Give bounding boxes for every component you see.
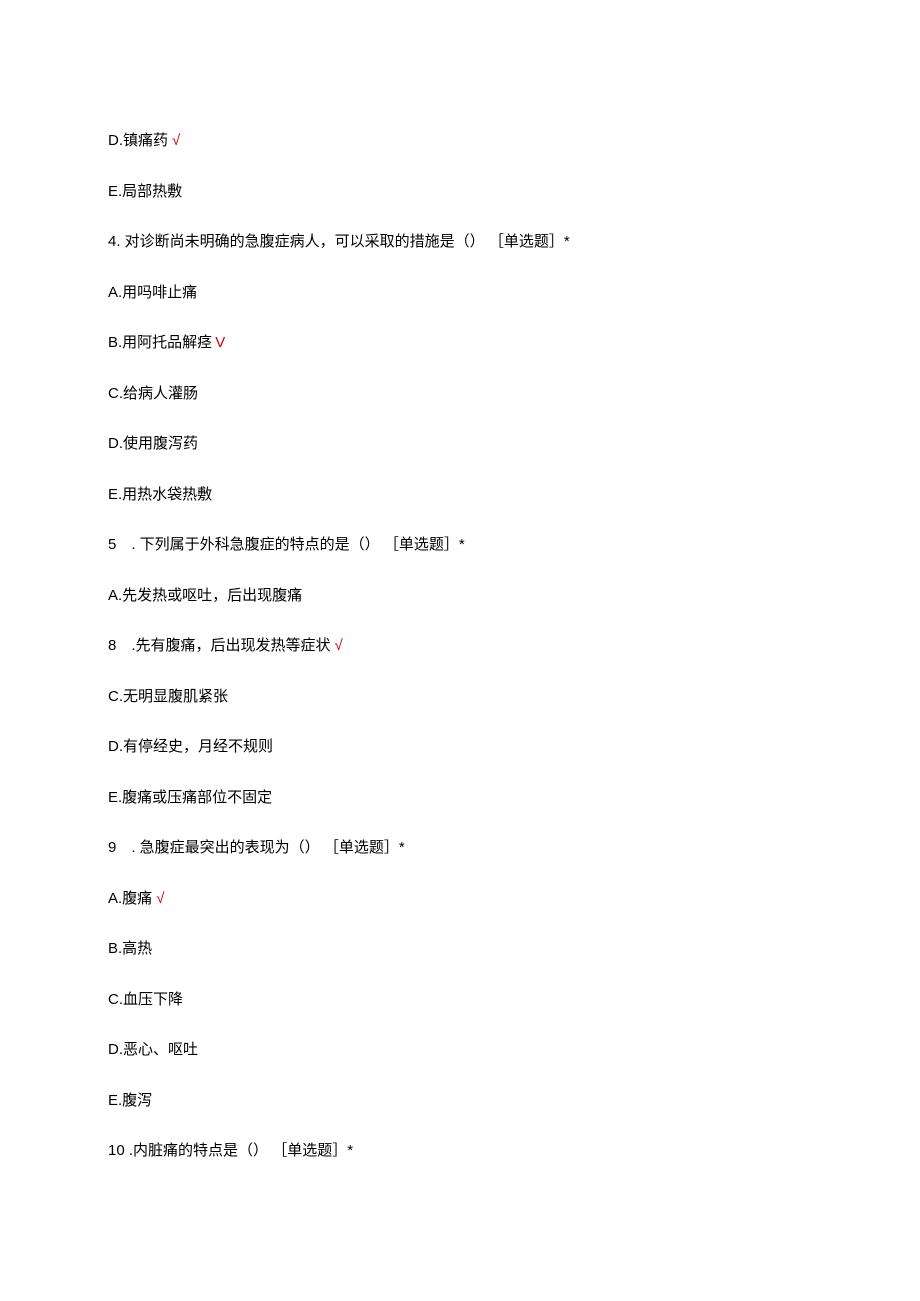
text-line: 9 . 急腹症最突出的表现为（） ［单选题］* xyxy=(108,837,812,858)
correct-mark: √ xyxy=(156,890,164,907)
line-text: D.有停经史，月经不规则 xyxy=(108,738,273,755)
line-text: C.血压下降 xyxy=(108,991,183,1008)
text-line: 4. 对诊断尚未明确的急腹症病人，可以采取的措施是（） ［单选题］* xyxy=(108,231,812,252)
line-text: B.高热 xyxy=(108,940,152,957)
text-line: 10 .内脏痛的特点是（） ［单选题］* xyxy=(108,1140,812,1161)
line-text: E.用热水袋热敷 xyxy=(108,486,212,503)
line-text: B.用阿托品解痉 xyxy=(108,334,212,351)
line-text: A.先发热或呕吐，后出现腹痛 xyxy=(108,587,302,604)
line-text: D.使用腹泻药 xyxy=(108,435,198,452)
text-line: A.用吗啡止痛 xyxy=(108,282,812,303)
line-text: A.用吗啡止痛 xyxy=(108,284,197,301)
text-line: D.使用腹泻药 xyxy=(108,433,812,454)
line-text: 8 .先有腹痛，后出现发热等症状 xyxy=(108,637,331,654)
line-text: E.局部热敷 xyxy=(108,183,182,200)
line-text: E.腹痛或压痛部位不固定 xyxy=(108,789,272,806)
line-text: C.无明显腹肌紧张 xyxy=(108,688,228,705)
line-text: 4. 对诊断尚未明确的急腹症病人，可以采取的措施是（） ［单选题］* xyxy=(108,233,570,250)
line-text: 9 . 急腹症最突出的表现为（） ［单选题］* xyxy=(108,839,405,856)
line-text: A.腹痛 xyxy=(108,890,152,907)
text-line: D.有停经史，月经不规则 xyxy=(108,736,812,757)
line-text: D.恶心、呕吐 xyxy=(108,1041,198,1058)
text-line: C.无明显腹肌紧张 xyxy=(108,686,812,707)
text-line: E.腹痛或压痛部位不固定 xyxy=(108,787,812,808)
text-line: D.恶心、呕吐 xyxy=(108,1039,812,1060)
text-line: A.先发热或呕吐，后出现腹痛 xyxy=(108,585,812,606)
text-line: 8 .先有腹痛，后出现发热等症状√ xyxy=(108,635,812,656)
text-line: C.给病人灌肠 xyxy=(108,383,812,404)
text-line: 5 . 下列属于外科急腹症的特点的是（） ［单选题］* xyxy=(108,534,812,555)
line-text: 5 . 下列属于外科急腹症的特点的是（） ［单选题］* xyxy=(108,536,465,553)
text-line: E.局部热敷 xyxy=(108,181,812,202)
correct-mark: √ xyxy=(335,637,343,654)
correct-mark: √ xyxy=(172,132,180,149)
line-text: C.给病人灌肠 xyxy=(108,385,198,402)
text-line: A.腹痛√ xyxy=(108,888,812,909)
text-line: C.血压下降 xyxy=(108,989,812,1010)
line-text: D.镇痛药 xyxy=(108,132,168,149)
text-line: E.用热水袋热敷 xyxy=(108,484,812,505)
text-line: E.腹泻 xyxy=(108,1090,812,1111)
text-line: B.高热 xyxy=(108,938,812,959)
line-text: E.腹泻 xyxy=(108,1092,152,1109)
text-line: B.用阿托品解痉V xyxy=(108,332,812,353)
correct-mark: V xyxy=(215,334,225,351)
text-line: D.镇痛药√ xyxy=(108,130,812,151)
line-text: 10 .内脏痛的特点是（） ［单选题］* xyxy=(108,1142,353,1159)
